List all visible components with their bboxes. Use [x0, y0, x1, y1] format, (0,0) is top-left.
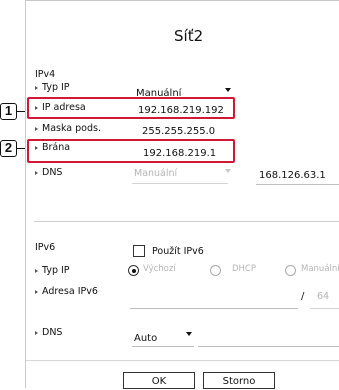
ipv6-address-underline	[130, 308, 298, 309]
chevron-down-icon[interactable]	[225, 88, 231, 92]
triangle-right-icon	[35, 126, 38, 131]
dialog-title: Síť2	[174, 27, 204, 45]
ipv4-ip-type-label: Typ IP	[35, 82, 70, 93]
ipv6-prefix-field[interactable]: 64	[317, 291, 329, 302]
ipv6-prefix-separator: /	[301, 291, 305, 302]
radio-manual[interactable]	[285, 265, 296, 276]
triangle-right-icon	[35, 330, 38, 335]
use-ipv6-checkbox[interactable]	[133, 245, 145, 257]
gateway-highlight	[27, 139, 235, 163]
callout-connector-1	[17, 111, 25, 112]
ipv6-dns-label: DNS	[35, 327, 62, 338]
triangle-right-icon	[35, 289, 38, 294]
radio-default-label: Výchozí	[143, 264, 176, 274]
ok-button[interactable]: OK	[123, 372, 195, 389]
callout-badge-1: 1	[0, 103, 17, 120]
ipv6-dns-select[interactable]: Auto	[134, 333, 157, 344]
ipv6-section-label: IPv6	[35, 242, 56, 253]
ip-address-highlight	[27, 97, 235, 119]
ipv6-dns-select-underline	[132, 346, 194, 347]
radio-manual-label: Manuální	[301, 264, 339, 274]
triangle-right-icon	[35, 268, 38, 273]
ipv6-ip-type-label: Typ IP	[35, 265, 70, 276]
triangle-right-icon	[35, 170, 38, 175]
chevron-down-icon[interactable]	[186, 332, 192, 336]
ipv4-section-label: IPv4	[35, 69, 56, 80]
dns-label: DNS	[35, 167, 62, 178]
subnet-mask-label: Maska pods.	[35, 123, 101, 134]
subnet-mask-field[interactable]: 255.255.255.0	[142, 126, 215, 137]
use-ipv6-label: Použít IPv6	[152, 246, 204, 257]
ipv6-address-label: Adresa IPv6	[35, 286, 98, 297]
triangle-right-icon	[35, 85, 38, 90]
dns-mode-select[interactable]: Manuální	[134, 168, 177, 179]
cancel-button[interactable]: Storno	[203, 372, 275, 389]
ipv6-prefix-underline	[310, 308, 339, 309]
section-divider	[34, 221, 339, 222]
network-settings-dialog: Síť2 IPv4 Typ IP Manuální IP adresa 192.…	[25, 0, 339, 389]
dns-mode-underline	[132, 183, 228, 184]
radio-default[interactable]	[128, 265, 139, 276]
chevron-down-icon[interactable]	[225, 169, 231, 173]
ipv6-dns-server-underline	[198, 346, 339, 347]
radio-dhcp-label: DHCP	[232, 264, 256, 274]
callout-connector-2	[17, 148, 25, 149]
footer-divider	[26, 360, 339, 361]
dns-server-field[interactable]: 168.126.63.1	[259, 170, 326, 181]
callout-badge-2: 2	[0, 140, 17, 157]
radio-dhcp[interactable]	[210, 265, 221, 276]
dns-server-underline	[256, 184, 339, 185]
